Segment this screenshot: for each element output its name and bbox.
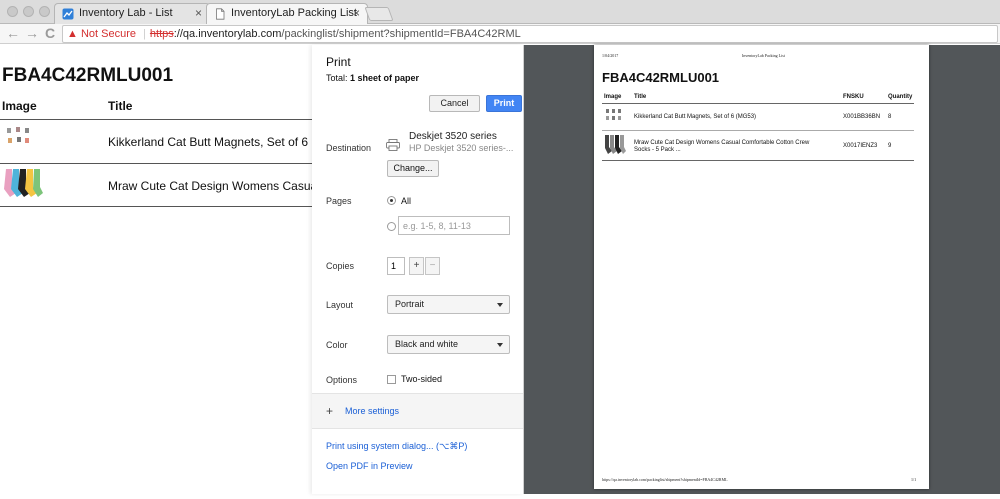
pages-range-input[interactable] <box>398 216 510 235</box>
copies-increment-button[interactable]: + <box>409 257 424 275</box>
reload-icon[interactable]: C <box>45 24 55 43</box>
url-scheme: https <box>149 28 174 40</box>
color-select[interactable]: Black and white <box>387 335 510 354</box>
pages-label: Pages <box>326 196 352 206</box>
preview-heading: FBA4C42RMLU001 <box>602 70 720 85</box>
print-button[interactable]: Print <box>486 95 522 112</box>
pages-custom-radio[interactable] <box>387 222 396 231</box>
preview-column-image: Image <box>604 94 622 100</box>
print-preview-area: 1/04/2017 InventoryLab Packing List FBA4… <box>524 45 1000 494</box>
page-content: FBA4C42RMLU001 Image Title Kikkerland Ca… <box>0 45 312 499</box>
close-tab-icon[interactable]: × <box>353 4 360 23</box>
preview-row-title: Mraw Cute Cat Design Womens Casual Comfo… <box>634 140 810 146</box>
zoom-window-icon[interactable] <box>39 6 50 17</box>
preview-date: 1/04/2017 <box>602 53 619 58</box>
address-divider: | <box>143 28 146 40</box>
print-settings-panel: Print Total: 1 sheet of paper Cancel Pri… <box>312 45 524 494</box>
cat-socks-thumbnail <box>4 169 43 197</box>
warning-triangle-icon[interactable]: ▲ <box>67 28 78 40</box>
preview-footer-url: https://qa.inventorylab.com/packinglist/… <box>602 477 728 482</box>
layout-select[interactable]: Portrait <box>387 295 510 314</box>
preview-column-quantity: Quantity <box>888 94 913 100</box>
destination-label: Destination <box>326 143 372 153</box>
browser-tab-strip: Inventory Lab - List × InventoryLab Pack… <box>0 0 1000 25</box>
row-title: Mraw Cute Cat Design Womens Casual Co <box>108 179 312 193</box>
preview-cat-magnets-thumbnail <box>606 109 621 120</box>
layout-label: Layout <box>326 300 354 310</box>
layout-select-value: Portrait <box>395 299 425 309</box>
new-tab-button[interactable] <box>364 7 394 21</box>
preview-footer-page: 1/1 <box>911 477 917 482</box>
preview-row-divider <box>602 130 914 131</box>
print-total: Total: 1 sheet of paper <box>326 73 419 83</box>
pages-all-radio[interactable] <box>387 196 396 205</box>
preview-column-fnsku: FNSKU <box>843 94 864 100</box>
printer-icon <box>386 139 400 151</box>
cancel-button[interactable]: Cancel <box>429 95 480 112</box>
copies-label: Copies <box>326 261 355 271</box>
print-dialog-title: Print <box>326 55 351 69</box>
pages-all-label: All <box>401 196 412 206</box>
plus-icon: + <box>326 404 334 418</box>
preview-row-fnsku: X001BB36BN <box>843 114 881 120</box>
printer-name: Deskjet 3520 series <box>409 131 497 142</box>
dropdown-caret-icon <box>497 343 503 347</box>
copies-decrement-button[interactable]: − <box>425 257 440 275</box>
close-window-icon[interactable] <box>7 6 18 17</box>
tab-inventory-lab-list[interactable]: Inventory Lab - List × <box>54 3 210 24</box>
table-row-divider <box>0 163 312 164</box>
tab-packing-list[interactable]: InventoryLab Packing List × <box>206 3 368 25</box>
tab-title: Inventory Lab - List <box>79 7 173 19</box>
page-title: FBA4C42RMLU001 <box>2 65 174 86</box>
two-sided-label: Two-sided <box>401 374 443 384</box>
printer-model: HP Deskjet 3520 series-... <box>409 143 514 153</box>
options-label: Options <box>326 375 358 385</box>
address-bar[interactable]: ▲ Not Secure | https://qa.inventorylab.co… <box>62 25 998 43</box>
browser-toolbar: ← → C ▲ Not Secure | https://qa.inventory… <box>0 24 1000 44</box>
column-header-title: Title <box>108 99 133 113</box>
row-title: Kikkerland Cat Butt Magnets, Set of 6 (M… <box>108 135 312 149</box>
document-favicon-icon <box>216 8 225 20</box>
preview-column-title: Title <box>634 94 647 100</box>
preview-row-title: Kikkerland Cat Butt Magnets, Set of 6 (M… <box>634 114 757 120</box>
preview-row-quantity: 8 <box>888 114 892 120</box>
forward-arrow-icon[interactable]: → <box>25 24 39 43</box>
open-pdf-preview-link[interactable]: Open PDF in Preview <box>326 461 413 471</box>
print-total-value: 1 sheet of paper <box>350 73 420 83</box>
preview-table-bottom-rule <box>602 160 914 161</box>
preview-header-title: InventoryLab Packing List <box>742 53 785 58</box>
more-settings-toggle[interactable]: + More settings <box>312 393 523 429</box>
inventorylab-favicon-icon <box>62 8 74 20</box>
system-dialog-link[interactable]: Print using system dialog... (⌥⌘P) <box>326 441 467 452</box>
column-header-image: Image <box>2 99 37 113</box>
print-total-prefix: Total: <box>326 73 351 83</box>
url-path: /packinglist/shipment?shipmentId=FBA4C42… <box>281 28 521 40</box>
table-header-divider <box>0 119 312 120</box>
preview-cat-socks-thumbnail <box>605 135 626 154</box>
url-host: ://qa.inventorylab.com <box>173 28 282 40</box>
security-status[interactable]: Not Secure <box>81 28 136 40</box>
two-sided-checkbox[interactable] <box>387 375 396 384</box>
minimize-window-icon[interactable] <box>23 6 34 17</box>
close-tab-icon[interactable]: × <box>195 4 202 23</box>
preview-row-fnsku: X0017IENZ3 <box>843 143 878 149</box>
cat-magnets-thumbnail <box>7 127 29 143</box>
copies-input[interactable] <box>387 257 405 275</box>
color-select-value: Black and white <box>395 339 459 349</box>
table-row-divider <box>0 206 312 207</box>
dropdown-caret-icon <box>497 303 503 307</box>
preview-page: 1/04/2017 InventoryLab Packing List FBA4… <box>594 45 929 489</box>
preview-row-quantity: 9 <box>888 143 892 149</box>
change-destination-button[interactable]: Change... <box>387 160 439 177</box>
tab-title: InventoryLab Packing List <box>231 7 357 19</box>
preview-row-title-continued: Socks - 5 Pack ... <box>634 147 681 153</box>
color-label: Color <box>326 340 348 350</box>
back-arrow-icon[interactable]: ← <box>6 24 20 43</box>
preview-header-divider <box>602 103 914 104</box>
more-settings-label: More settings <box>345 406 400 416</box>
